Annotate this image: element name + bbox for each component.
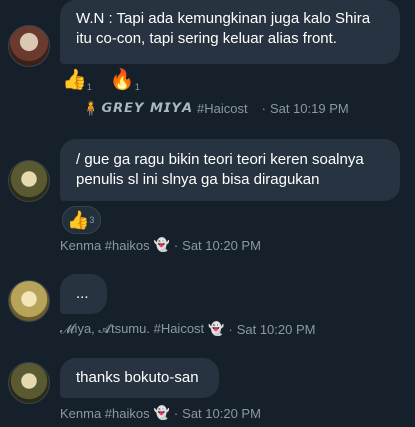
message-meta: 🧍 𝙂𝙍𝙀𝙔 𝙈𝙄𝙔𝘼 #Haicost · Sat 10:19 PM — [82, 100, 349, 117]
timestamp: Sat 10:20 PM — [236, 321, 316, 337]
reaction-count: 3 — [89, 215, 95, 225]
reactions: 👍 1 🔥 1 — [62, 68, 140, 92]
separator: · — [261, 101, 266, 116]
message-bubble[interactable]: ... — [60, 274, 107, 314]
sender-name[interactable]: 𝙂𝙍𝙀𝙔 𝙈𝙄𝙔𝘼 — [101, 101, 193, 116]
reaction-count: 1 — [86, 82, 92, 92]
ghost-icon: 👻 — [153, 405, 170, 420]
message-meta: Kenma #haikos 👻 · Sat 10:20 PM — [60, 237, 261, 253]
ghost-icon: 👻 — [208, 321, 225, 336]
message-text-line: penulis sl ini slnya ga bisa diragukan — [76, 171, 320, 188]
message-text-line: thanks bokuto-san — [76, 369, 199, 386]
ghost-icon: 👻 — [153, 237, 170, 252]
message-text-line: ... — [76, 285, 89, 302]
fire-icon: 🔥 — [109, 69, 135, 91]
message-text-line: itu co-con, tapi sering keluar alias fro… — [76, 30, 337, 47]
message-bubble[interactable]: W.N : Tapi ada kemungkinan juga kalo Shi… — [60, 0, 400, 64]
message-text-line: / gue ga ragu bikin teori teori keren so… — [76, 151, 364, 168]
reaction-thumbs-up[interactable]: 👍 3 — [62, 206, 102, 234]
timestamp: Sat 10:19 PM — [269, 101, 349, 116]
sender-name[interactable]: 𝓜iya, 𝓐tsumu. #Haicost — [60, 321, 204, 337]
avatar[interactable] — [8, 280, 50, 322]
person-icon: 🧍 — [82, 100, 100, 116]
reaction-count: 1 — [134, 82, 140, 92]
message-bubble[interactable]: / gue ga ragu bikin teori teori keren so… — [60, 139, 400, 201]
message-text-line: W.N : Tapi ada kemungkinan juga kalo Shi… — [76, 10, 371, 27]
timestamp: Sat 10:20 PM — [182, 405, 261, 421]
reaction-fire[interactable]: 🔥 1 — [110, 68, 140, 92]
message-meta: 𝓜iya, 𝓐tsumu. #Haicost 👻 · Sat 10:20 PM — [60, 321, 315, 337]
timestamp: Sat 10:20 PM — [182, 237, 261, 253]
reactions: 👍 3 — [62, 206, 102, 234]
sender-name[interactable]: Kenma #haikos — [60, 238, 150, 253]
separator: · — [173, 237, 179, 253]
sender-name[interactable]: Kenma #haikos — [60, 406, 150, 421]
thumbs-up-icon: 👍 — [67, 210, 90, 230]
avatar[interactable] — [8, 362, 50, 404]
avatar[interactable] — [8, 25, 50, 67]
reaction-thumbs-up[interactable]: 👍 1 — [62, 68, 92, 92]
message-meta: Kenma #haikos 👻 · Sat 10:20 PM — [60, 405, 261, 421]
sender-tag[interactable]: #Haicost — [197, 101, 248, 116]
separator: · — [228, 321, 233, 337]
separator: · — [173, 405, 179, 421]
thumbs-up-icon: 👍 — [62, 69, 87, 91]
message-bubble[interactable]: thanks bokuto-san — [60, 358, 219, 398]
avatar[interactable] — [8, 160, 50, 202]
